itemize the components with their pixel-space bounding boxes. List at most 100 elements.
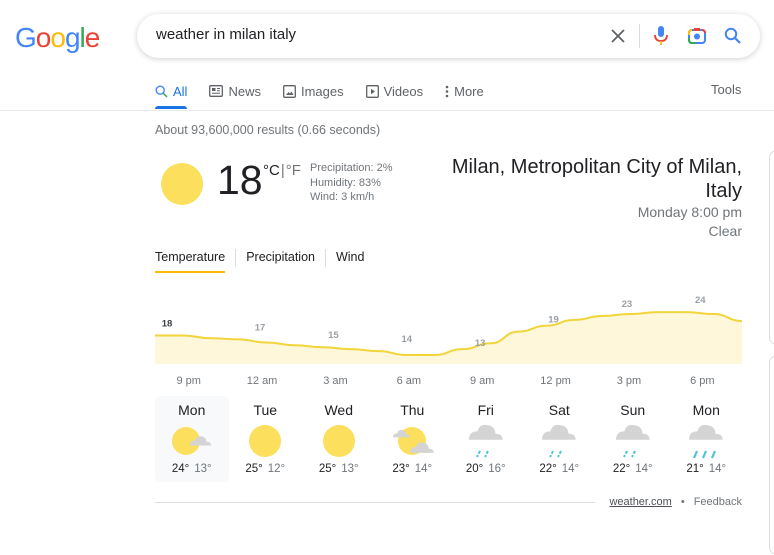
low-temp: 14° [708,463,727,475]
tab-temperature[interactable]: Temperature [155,249,235,273]
day-forecast[interactable]: Fri 20° 16° [449,396,523,482]
chart-data-label: 23 [622,299,633,310]
tab-label: Images [300,83,344,99]
day-temps: 25° 13° [302,463,376,475]
low-temp: 14° [414,463,433,475]
high-temp: 25° [245,463,263,475]
day-forecast[interactable]: Sat 22° 14° [523,396,597,482]
chart-line [155,311,743,356]
day-name: Mon [178,402,206,418]
more-vert-icon [445,85,449,98]
day-forecast[interactable]: Mon 21° 14° [670,396,744,482]
high-temp: 21° [686,463,704,475]
search-icon[interactable] [721,24,745,48]
weather-footer: weather.com • Feedback [609,496,742,508]
day-temps: 21° 14° [670,463,744,475]
day-name: Fri [477,402,494,418]
logo-letter: G [15,22,37,53]
low-temp: 14° [561,463,580,475]
mic-icon[interactable] [649,24,673,48]
day-name: Sun [620,402,646,418]
low-temp: 14° [635,463,653,475]
day-name: Thu [400,402,425,418]
source-link[interactable]: weather.com [609,496,671,508]
tab-precipitation[interactable]: Precipitation [235,249,325,267]
mostly-sunny-clouds-icon [388,421,436,461]
rain-icon [609,421,657,461]
unit-toggle: °C|°F [263,162,301,179]
high-temp: 22° [612,463,631,475]
unit-fahrenheit[interactable]: °F [286,162,301,179]
day-forecast[interactable]: Mon 24° 13° [155,396,229,482]
high-temp: 23° [392,463,410,475]
current-temperature: 18 [217,157,263,203]
day-name: Tue [253,402,278,418]
chart-area-fill [155,312,742,364]
location-title: Milan, Metropolitan City of Milan, Italy [451,156,742,202]
footer-dot: • [680,496,685,508]
camera-icon[interactable] [685,24,709,48]
weather-details: Precipitation: 2% Humidity: 83% Wind: 3 … [310,161,393,205]
day-forecast[interactable]: Thu 23° 14° [376,396,450,482]
day-temps: 22° 14° [596,463,670,475]
tab-label: More [454,83,484,99]
side-panel-card [769,355,774,555]
chart-data-label: 13 [475,338,486,349]
logo-letter: o [35,22,52,53]
weather-tabs: Temperature Precipitation Wind [155,249,374,273]
day-name: Mon [692,402,720,418]
tab-all[interactable]: All [155,82,188,109]
result-stats: About 93,600,000 results (0.66 seconds) [155,123,381,137]
close-icon[interactable] [606,24,630,48]
chart-data-label: 15 [328,330,339,341]
search-input[interactable] [156,26,576,43]
search-divider [639,24,640,48]
high-temp: 24° [171,463,190,475]
tab-videos[interactable]: Videos [365,82,423,100]
day-temps: 22° 14° [523,463,597,475]
chart-x-tick-label: 12 am [246,375,278,387]
day-temps: 20° 16° [449,463,523,475]
day-name: Wed [324,402,354,418]
location-time: Monday 8:00 pm [637,204,742,220]
chart-data-label: 24 [695,295,706,306]
sun-icon [241,421,289,461]
feedback-link[interactable]: Feedback [694,496,742,508]
tab-images[interactable]: Images [283,82,344,100]
day-temps: 25° 12° [229,463,303,475]
tab-news[interactable]: News [209,82,261,100]
day-forecast[interactable]: Wed 25° 13° [302,396,376,482]
tools-button[interactable]: Tools [711,82,741,97]
rain-icon [535,421,583,461]
tab-wind[interactable]: Wind [324,249,374,267]
play-icon [365,84,379,98]
day-temps: 24° 13° [155,463,229,475]
daily-forecast: Mon 24° 13° Tue 25° 12° Wed 25° 13° Thu 23° 14°… [155,396,743,482]
day-temps: 23° 14° [376,463,450,475]
sun-icon [315,421,363,461]
humidity: Humidity: 83% [310,176,381,189]
tab-more[interactable]: More [445,82,484,100]
chart-x-tick-label: 6 am [396,375,422,387]
chart-x-tick-label: 9 am [469,375,495,387]
chart-x-tick-label: 3 pm [616,375,642,387]
rain-icon [462,421,510,461]
day-forecast[interactable]: Sun 22° 14° [596,396,670,482]
tab-label: All [173,83,188,99]
heavy-rain-icon [682,421,730,461]
google-logo[interactable]: Google [15,22,100,54]
wind: Wind: 3 km/h [310,191,375,203]
chart-data-label: 14 [402,334,413,345]
unit-celsius[interactable]: °C [263,162,280,179]
chart-x-tick-label: 6 pm [690,375,715,387]
day-forecast[interactable]: Tue 25° 12° [229,396,303,482]
high-temp: 25° [318,463,337,475]
logo-letter: o [50,22,66,53]
high-temp: 20° [465,463,484,475]
chart-data-label: 19 [548,315,559,326]
low-temp: 12° [267,463,286,475]
low-temp: 13° [341,463,359,475]
weather-condition: Clear [708,223,742,239]
search-icon [155,84,168,98]
image-icon [283,84,296,98]
